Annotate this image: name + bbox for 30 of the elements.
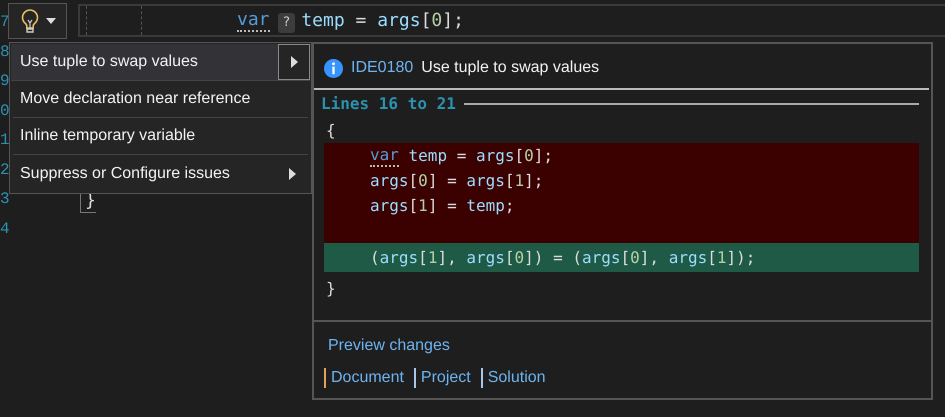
preview-title: Use tuple to swap values xyxy=(421,58,600,78)
scope-link[interactable]: Document xyxy=(324,368,404,388)
scope-link[interactable]: Solution xyxy=(480,368,546,388)
menu-item[interactable]: Suppress or Configure issues xyxy=(13,155,308,192)
menu-item[interactable]: Move declaration near reference xyxy=(13,81,308,118)
menu-item[interactable]: Use tuple to swap values xyxy=(11,44,310,81)
line-number: 3 xyxy=(0,189,10,210)
line-number: 9 xyxy=(0,71,10,92)
submenu-button[interactable] xyxy=(278,44,310,80)
diagnostic-id: IDE0180 xyxy=(351,58,414,78)
line-number: 8 xyxy=(0,42,10,62)
info-icon xyxy=(324,58,343,78)
line-number: 4 xyxy=(0,218,10,240)
line-range-label: Lines 16 to 21 xyxy=(321,93,456,115)
line-number: 0 xyxy=(0,100,10,122)
code-line: var ? temp = args[0]; xyxy=(237,8,464,34)
preview-changes-link[interactable]: Preview changes xyxy=(326,332,452,360)
line-number: 7 xyxy=(0,12,10,33)
submenu-arrow-icon xyxy=(288,168,296,180)
submenu-arrow-icon xyxy=(290,56,298,68)
hint-badge[interactable]: ? xyxy=(278,13,296,33)
caret-icon xyxy=(46,18,56,24)
lightbulb-icon xyxy=(20,8,40,34)
menu-item[interactable]: Inline temporary variable xyxy=(13,118,308,155)
line-number: 2 xyxy=(0,160,10,180)
code-line: { xyxy=(325,120,337,142)
scope-link[interactable]: Project xyxy=(414,368,471,388)
lightbulb-button[interactable] xyxy=(8,3,67,39)
code-line: } xyxy=(325,278,337,300)
line-number: 1 xyxy=(0,130,10,151)
